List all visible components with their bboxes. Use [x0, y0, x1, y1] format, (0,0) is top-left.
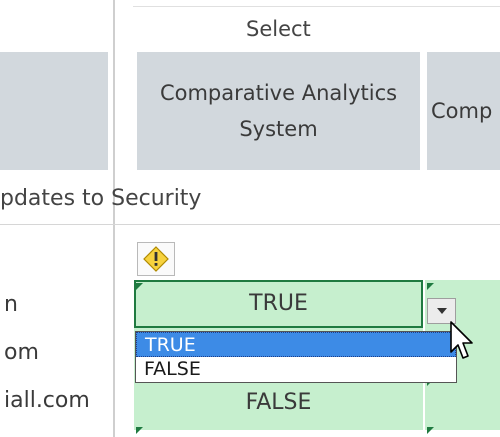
mouse-pointer-icon: [450, 321, 473, 359]
green-triangle-indicator: [427, 427, 434, 434]
row-label-3: iall.com: [4, 388, 90, 413]
dropdown-option-true[interactable]: TRUE: [136, 332, 456, 357]
header-cell-comparative-analytics[interactable]: Comparative Analytics System: [137, 52, 420, 170]
green-triangle-indicator: [136, 427, 143, 434]
error-check-button[interactable]: [137, 242, 175, 276]
select-heading: Select: [246, 17, 311, 41]
green-triangle-indicator: [427, 283, 434, 290]
header-cell-next-label: Comp: [431, 99, 493, 123]
active-cell[interactable]: TRUE: [134, 280, 423, 328]
chevron-down-icon: [436, 308, 447, 314]
cell-row-3[interactable]: FALSE: [134, 383, 423, 427]
row-label-1: n: [4, 292, 18, 317]
header-cell-left: [0, 52, 108, 170]
row-divider: [0, 224, 500, 225]
warning-diamond-icon: [143, 246, 169, 272]
header-cell-next[interactable]: Comp: [427, 52, 500, 170]
column-divider: [113, 0, 115, 437]
header-top-border: [133, 6, 500, 7]
header-cell-label: Comparative Analytics System: [159, 81, 398, 141]
dropdown-option-false[interactable]: FALSE: [136, 357, 456, 382]
dropdown-list[interactable]: TRUE FALSE: [135, 331, 457, 383]
green-triangle-indicator: [136, 283, 143, 290]
section-label: pdates to Security: [0, 186, 202, 211]
row-label-2: om: [4, 340, 39, 365]
